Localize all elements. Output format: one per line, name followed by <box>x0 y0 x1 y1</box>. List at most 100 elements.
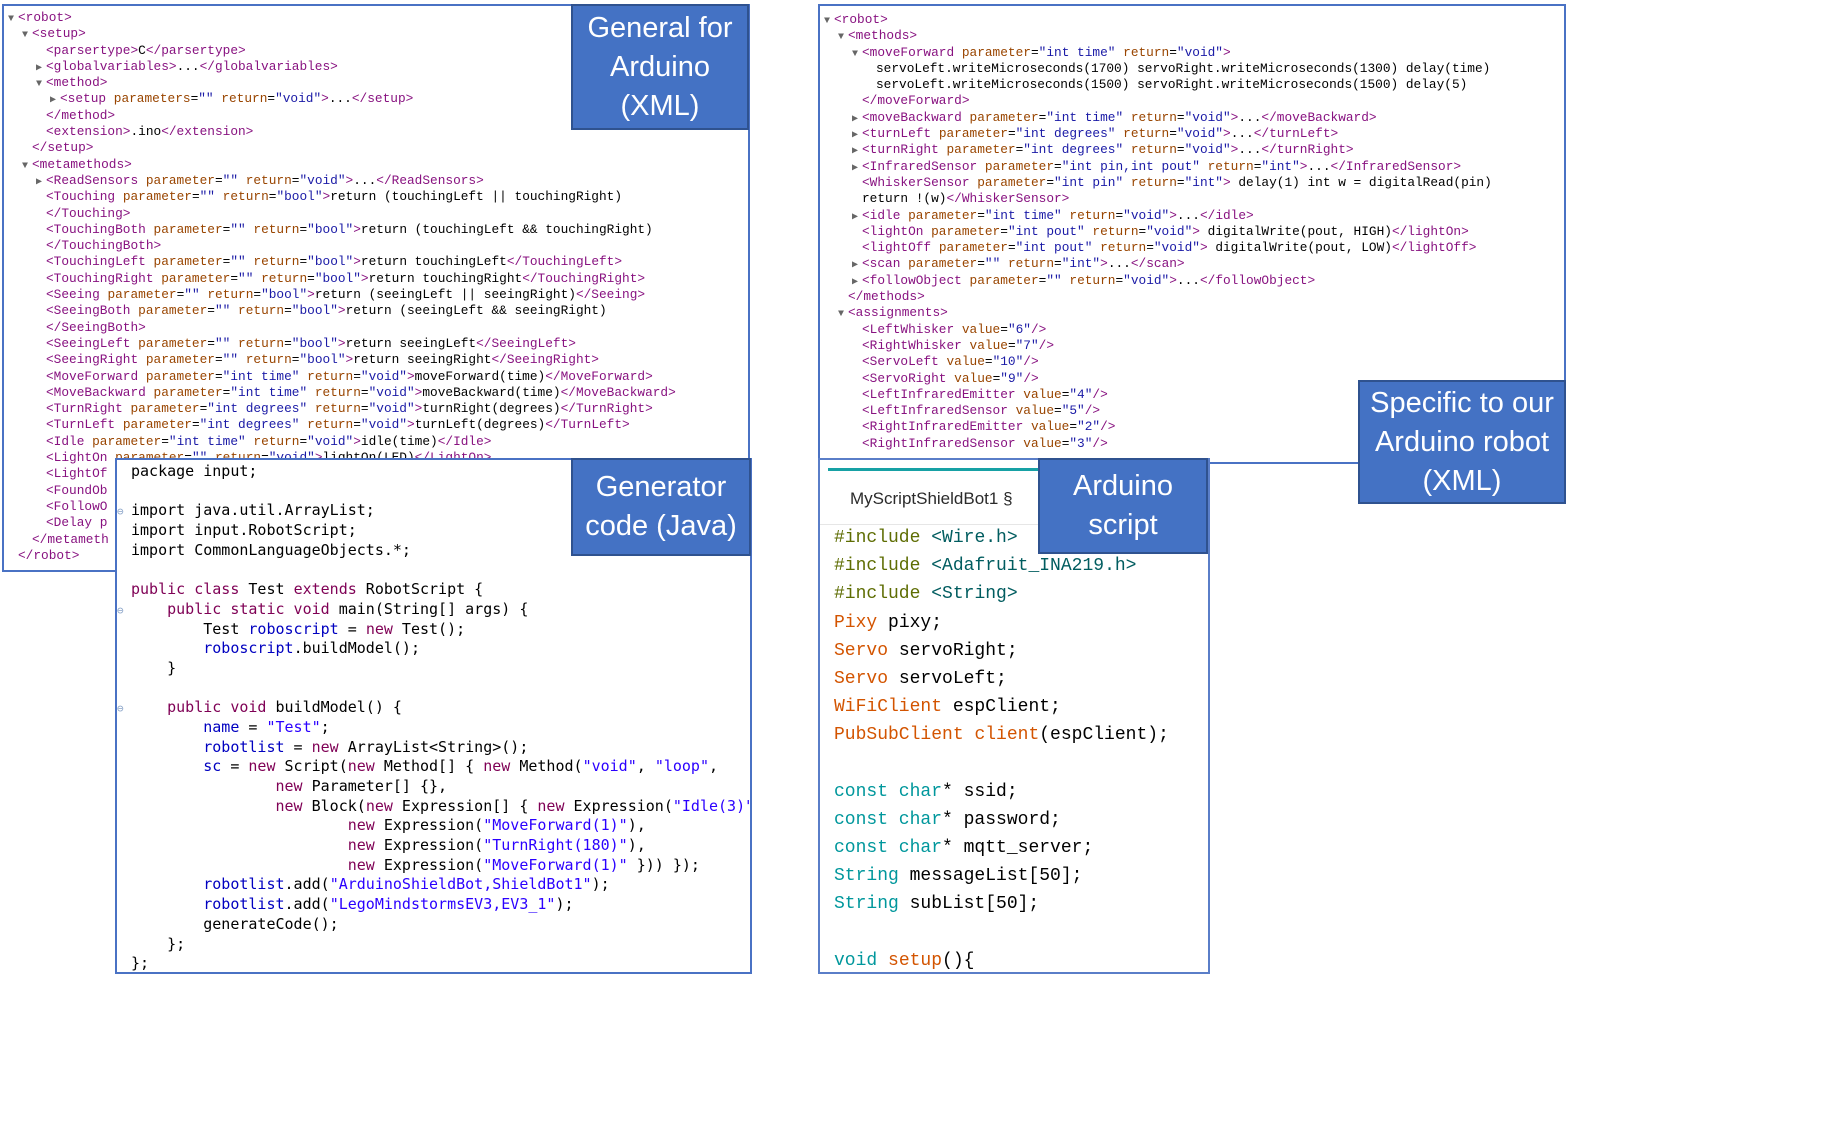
xml-specific-line-text: <lightOff parameter="int pout" return="v… <box>862 240 1477 256</box>
label-java: Generator code (Java) <box>571 458 751 556</box>
label-arduino-text: Arduino script <box>1073 470 1173 541</box>
xml-general-line: ▼ <metamethods> <box>8 157 676 173</box>
xml-specific-line: ▶ <idle parameter="int time" return="void… <box>824 208 1492 224</box>
xml-general-line-text: <robot> <box>18 10 72 25</box>
fold-toggle-icon[interactable]: ⊖ <box>117 502 131 522</box>
java-line-text: public static void main(String[] args) { <box>167 599 529 618</box>
xml-specific-line-text: <WhiskerSensor parameter="int pin" retur… <box>862 174 1492 190</box>
fold-toggle-icon[interactable]: ⊖ <box>117 699 131 719</box>
java-line: robotlist = new ArrayList<String>(); <box>117 738 750 758</box>
xml-general-line-text: <metamethods> <box>32 156 132 172</box>
xml-general-line-text: <TouchingRight parameter="" return="bool… <box>46 270 646 286</box>
xml-specific-line: <ServoLeft value="10"/> <box>824 354 1492 370</box>
arduino-line: WiFiClient espClient; <box>834 697 1061 718</box>
xml-specific-line-text: <lightOn parameter="int pout" return="vo… <box>862 223 1469 239</box>
java-line-text: public void buildModel() { <box>167 698 402 717</box>
xml-specific-line-text: <InfraredSensor parameter="int pin,int p… <box>862 158 1462 174</box>
xml-general-line: <TurnRight parameter="int degrees" retur… <box>8 401 676 417</box>
xml-specific-line: ▶ <moveBackward parameter="int time" retu… <box>824 110 1492 126</box>
xml-specific-line-text: <RightInfraredEmitter value="2"/> <box>862 419 1116 435</box>
tab-myscriptshieldbot1[interactable]: MyScriptShieldBot1 § <box>828 468 1048 524</box>
java-line-text: Test roboscript = new Test(); <box>131 619 466 638</box>
xml-general-line-text: </TouchingBoth> <box>46 238 162 254</box>
label-general-xml: General for Arduino (XML) <box>571 4 749 130</box>
label-java-text: Generator code (Java) <box>585 471 737 542</box>
xml-general-line-text: <MoveForward parameter="int time" return… <box>46 368 653 384</box>
xml-specific-line: <RightWhisker value="7"/> <box>824 338 1492 354</box>
arduino-line: Servo servoRight; <box>834 640 1018 661</box>
arduino-line: const char* mqtt_server; <box>834 838 1094 859</box>
java-line-text: robotlist.add("LegoMindstormsEV3,EV3_1")… <box>203 895 574 914</box>
label-general-xml-text: General for Arduino (XML) <box>587 11 733 122</box>
xml-specific-line: ▶ <turnRight parameter="int degrees" retu… <box>824 142 1492 158</box>
java-line-text: generateCode(); <box>131 914 339 933</box>
xml-specific-line-text: <LeftWhisker value="6"/> <box>862 321 1047 337</box>
fold-toggle-icon[interactable]: ⊖ <box>117 601 131 621</box>
label-specific-xml-text: Specific to our Arduino robot (XML) <box>1370 386 1554 497</box>
java-line: new Block(new Expression[] { new Express… <box>117 797 751 817</box>
arduino-code: #include <Wire.h> #include <Adafruit_INA2… <box>834 524 1169 972</box>
xml-specific-line-text: <turnLeft parameter="int degrees" return… <box>862 126 1339 142</box>
java-line-text: import input.RobotScript; <box>131 521 357 540</box>
xml-general-line-text: <setup> <box>32 26 86 42</box>
xml-general-line-text: <TouchingBoth parameter="" return="bool"… <box>46 221 653 237</box>
xml-specific-line-text: <RightWhisker value="7"/> <box>862 337 1055 353</box>
java-line-text: public class Test extends RobotScript { <box>131 580 484 599</box>
xml-specific-line: <lightOff parameter="int pout" return="v… <box>824 240 1492 256</box>
xml-specific-line-text: <idle parameter="int time" return="void"… <box>862 207 1254 223</box>
xml-general-line-text: <TouchingLeft parameter="" return="bool"… <box>46 254 623 270</box>
xml-general-line-text: <Idle parameter="int time" return="void"… <box>46 433 492 449</box>
java-line: Test roboscript = new Test(); <box>117 619 750 640</box>
xml-general-line: <TurnLeft parameter="int degrees" return… <box>8 417 676 433</box>
java-line: }; <box>117 954 750 972</box>
xml-general-line-text: <TurnLeft parameter="int degrees" return… <box>46 417 630 433</box>
java-line: ⊖ public void buildModel() { <box>117 698 750 719</box>
xml-specific-line: ▼ <moveForward parameter="int time" retur… <box>824 45 1492 61</box>
java-line: sc = new Script(new Method[] { new Metho… <box>117 757 750 777</box>
xml-general-line-text: <TurnRight parameter="int degrees" retur… <box>46 401 653 417</box>
xml-specific-line: servoLeft.writeMicroseconds(1500) servoR… <box>824 77 1492 93</box>
java-line: generateCode(); <box>117 914 750 935</box>
arduino-line: void setup(){ <box>834 950 975 971</box>
xml-specific-line-text: <moveBackward parameter="int time" retur… <box>862 109 1377 125</box>
xml-specific-line-text: <ServoRight value="9"/> <box>862 370 1039 386</box>
xml-specific-line-text: <LeftInfraredEmitter value="4"/> <box>862 386 1108 402</box>
java-line-text: } <box>131 658 177 677</box>
xml-general-line: </Touching> <box>8 206 676 222</box>
xml-specific-line: ▶ <InfraredSensor parameter="int pin,int … <box>824 159 1492 175</box>
xml-general-line: </SeeingBoth> <box>8 320 676 336</box>
xml-specific-line-text: </methods> <box>848 289 925 305</box>
arduino-line: const char* ssid; <box>834 781 1018 802</box>
xml-general-line: </TouchingBoth> <box>8 238 676 254</box>
xml-general-line: <TouchingBoth parameter="" return="bool"… <box>8 222 676 238</box>
xml-general-line: <SeeingRight parameter="" return="bool">… <box>8 352 676 368</box>
xml-general-line-text: <globalvariables>...</globalvariables> <box>46 58 338 74</box>
java-line <box>117 560 750 580</box>
xml-specific-line-text: <RightInfraredSensor value="3"/> <box>862 435 1108 451</box>
arduino-line: PubSubClient client(espClient); <box>834 725 1169 746</box>
xml-general-line-text: <FoundOb <box>46 482 108 498</box>
java-line: new Expression("MoveForward(1)"), <box>117 816 750 836</box>
xml-specific-line-text: servoLeft.writeMicroseconds(1500) servoR… <box>876 77 1468 93</box>
java-line-text: roboscript.buildModel(); <box>203 639 420 658</box>
java-line: new Expression("MoveForward(1)" })) }); <box>117 856 750 876</box>
arduino-line <box>834 750 1169 778</box>
xml-general-line-text: </metameth <box>32 531 109 547</box>
xml-specific-line-text: <moveForward parameter="int time" return… <box>862 44 1231 60</box>
xml-specific-line-text: <scan parameter="" return="int">...</sca… <box>862 256 1185 272</box>
java-line: ⊖ public static void main(String[] args)… <box>117 599 750 621</box>
xml-general-line-text: </Touching> <box>46 205 131 221</box>
arduino-line: String subList[50]; <box>834 894 1040 915</box>
arduino-line: Servo servoLeft; <box>834 668 1007 689</box>
xml-specific-line: servoLeft.writeMicroseconds(1700) servoR… <box>824 61 1492 77</box>
xml-general-line: <MoveForward parameter="int time" return… <box>8 369 676 385</box>
xml-general-line-text: <parsertype>C</parsertype> <box>46 42 246 58</box>
xml-general-line-text: </robot> <box>18 547 80 563</box>
xml-specific-line: ▶ <followObject parameter="" return="void… <box>824 273 1492 289</box>
xml-general-line-text: <LightOf <box>46 466 108 482</box>
arduino-line: Pixy pixy; <box>834 612 943 633</box>
java-line: }; <box>117 935 750 955</box>
xml-general-line: <Touching parameter="" return="bool">ret… <box>8 189 676 205</box>
java-line: public class Test extends RobotScript { <box>117 580 750 600</box>
xml-general-line: <TouchingRight parameter="" return="bool… <box>8 271 676 287</box>
